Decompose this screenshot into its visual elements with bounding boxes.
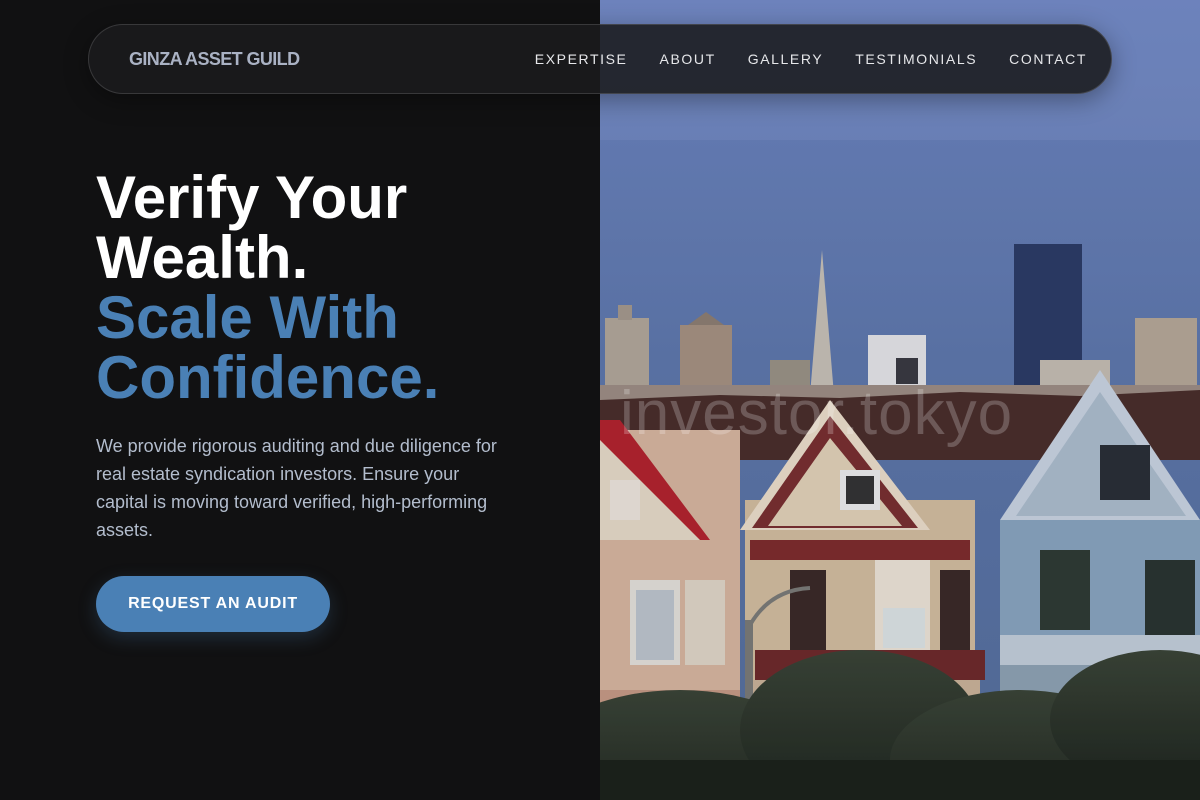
nav-link-expertise[interactable]: EXPERTISE xyxy=(535,51,628,67)
watermark-text: investor.tokyo xyxy=(620,379,1014,448)
brand-logo[interactable]: GINZA ASSET GUILD xyxy=(129,49,300,70)
hero-headline: Verify Your Wealth. Scale With Confidenc… xyxy=(96,168,439,408)
nav-link-gallery[interactable]: GALLERY xyxy=(748,51,824,67)
hero-description: We provide rigorous auditing and due dil… xyxy=(96,436,497,540)
nav-links: EXPERTISE ABOUT GALLERY TESTIMONIALS CON… xyxy=(535,51,1087,67)
headline-line-1: Verify Your xyxy=(96,164,408,231)
nav-link-about[interactable]: ABOUT xyxy=(660,51,716,67)
request-audit-button[interactable]: REQUEST AN AUDIT xyxy=(96,576,330,632)
navbar: GINZA ASSET GUILD EXPERTISE ABOUT GALLER… xyxy=(88,24,1112,94)
headline-line-2: Wealth. xyxy=(96,224,309,291)
nav-link-testimonials[interactable]: TESTIMONIALS xyxy=(855,51,977,67)
nav-link-contact[interactable]: CONTACT xyxy=(1009,51,1087,67)
headline-accent-line-1: Scale With xyxy=(96,284,399,351)
hero-photo: investor.tokyo xyxy=(600,0,1200,800)
headline-accent-line-2: Confidence. xyxy=(96,344,440,411)
